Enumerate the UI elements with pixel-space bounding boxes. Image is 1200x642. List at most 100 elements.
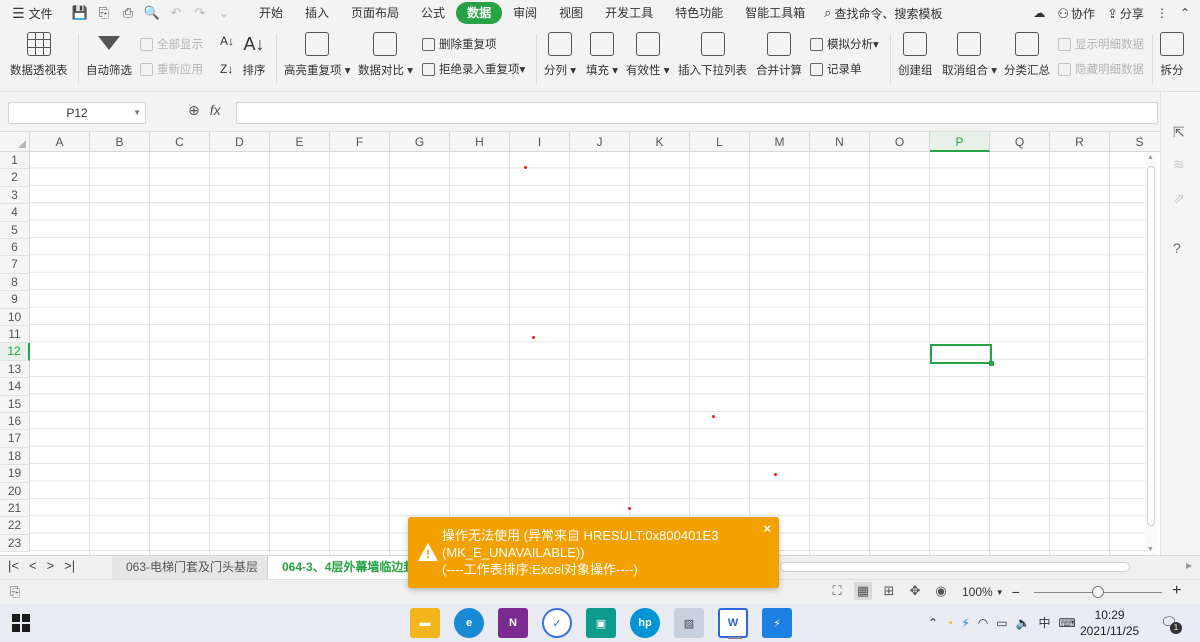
wps-office-icon[interactable]: W [718,608,748,639]
column-header[interactable]: E [270,132,330,152]
tab-formulas[interactable]: 公式 [410,2,456,24]
insert-dropdown-list-button[interactable]: 插入下拉列表 [678,26,747,78]
todo-icon[interactable]: ✓ [542,608,572,638]
print-preview-icon[interactable]: 🔍 [142,3,162,23]
row-header[interactable]: 14 [0,378,30,396]
column-header[interactable]: F [330,132,390,152]
file-menu-button[interactable]: ☰ 文件 [0,5,64,22]
name-box[interactable]: P12 ▼ [8,102,146,124]
save-icon[interactable]: 💾 [70,3,90,23]
tab-review[interactable]: 审阅 [502,2,548,24]
row-header[interactable]: 1 [0,152,30,170]
column-header[interactable]: L [690,132,750,152]
scroll-right-icon[interactable]: ▸ [1186,558,1192,572]
row-header[interactable]: 23 [0,534,30,553]
select-all-corner[interactable] [0,132,30,152]
chevron-down-icon[interactable]: ⌄ [214,3,234,23]
more-icon[interactable]: ⋮ [1156,6,1168,20]
last-sheet-icon[interactable]: >| [64,558,75,573]
prev-sheet-icon[interactable]: < [29,558,37,573]
redo-icon[interactable]: ↷ [190,3,210,23]
file-explorer-icon[interactable]: ▬ [410,608,440,638]
cloud-sync-icon[interactable]: ☁ [1033,6,1045,20]
reapply-button[interactable]: 重新应用 [140,61,203,77]
row-header[interactable]: 12 [0,343,30,361]
hp-icon[interactable]: hp [630,608,660,638]
column-header[interactable]: C [150,132,210,152]
tray-bolt-icon[interactable]: ⚡ [961,616,969,630]
fill-button[interactable]: 填充 ▾ [586,26,618,78]
onenote-icon[interactable]: N [498,608,528,638]
whatif-button[interactable]: 模拟分析 ▾ [810,36,879,52]
reject-duplicates-button[interactable]: 拒绝录入重复项 ▾ [422,61,525,77]
notification-center[interactable]: 🗨 1 [1160,614,1182,634]
scroll-down-icon[interactable]: ▼ [1147,546,1154,553]
show-all-button[interactable]: 全部显示 [140,36,203,52]
validation-button[interactable]: 有效性 ▾ [626,26,669,78]
chevron-down-icon[interactable]: ▼ [133,103,141,123]
scroll-up-icon[interactable]: ▲ [1147,154,1154,161]
help-icon[interactable]: ? [1173,240,1181,256]
tab-insert[interactable]: 插入 [294,2,340,24]
row-header[interactable]: 5 [0,221,30,239]
export-icon[interactable]: ⇗ [1173,190,1185,207]
command-search[interactable]: ⌕ 查找命令、搜索模板 [824,5,942,22]
row-header[interactable]: 22 [0,517,30,535]
row-header[interactable]: 21 [0,500,30,518]
freeze-view-icon[interactable]: ✥ [906,582,924,600]
share-button[interactable]: ⇪ 分享 [1107,5,1144,22]
row-header[interactable]: 8 [0,273,30,292]
row-header[interactable]: 3 [0,186,30,205]
row-header[interactable]: 10 [0,308,30,326]
app-bolt-icon[interactable]: ⚡ [762,608,792,638]
normal-view-icon[interactable]: ▦ [854,582,872,600]
ime-indicator[interactable]: 中 [1039,614,1051,631]
tab-page-layout[interactable]: 页面布局 [340,2,410,24]
tab-data[interactable]: 数据 [456,2,503,24]
sort-asc-icon[interactable]: A↓ [220,34,234,48]
page-break-view-icon[interactable]: ⊞ [880,582,898,600]
zoom-in-icon[interactable]: + [1172,582,1181,600]
consolidate-button[interactable]: 合并计算 [756,26,802,78]
column-header[interactable]: O [870,132,930,152]
tab-home[interactable]: 开始 [248,2,294,24]
reading-mode-icon[interactable]: ◉ [932,582,950,600]
tab-special-features[interactable]: 特色功能 [664,2,734,24]
clock[interactable]: 10:29 2021/11/25 [1080,607,1139,639]
first-sheet-icon[interactable]: |< [8,558,19,573]
column-header[interactable]: I [510,132,570,152]
column-header[interactable]: G [390,132,450,152]
chevron-up-icon[interactable]: ⌃ [928,616,938,630]
row-header[interactable]: 7 [0,256,30,274]
windows-start-icon[interactable] [12,614,30,632]
split-column-button[interactable]: 分列 ▾ [544,26,576,78]
autofilter-button[interactable]: 自动筛选 [86,26,132,78]
settings-icon[interactable]: ≋ [1173,156,1185,173]
zoom-slider-handle[interactable] [1092,586,1104,598]
column-header[interactable]: A [30,132,90,152]
subtotal-button[interactable]: 分类汇总 [1004,26,1050,78]
delete-duplicates-button[interactable]: 删除重复项 [422,36,497,52]
row-header[interactable]: 9 [0,291,30,309]
row-header[interactable]: 13 [0,360,30,379]
column-header[interactable]: S [1110,132,1160,152]
column-header[interactable]: R [1050,132,1110,152]
highlight-duplicates-button[interactable]: 高亮重复项 ▾ [284,26,350,78]
split-table-button[interactable]: 拆分 [1160,26,1184,78]
zoom-out-icon[interactable]: − [1012,584,1020,600]
sheet-tab[interactable]: 063-电梯门套及门头基层 [112,556,268,579]
record-form-button[interactable]: 记录单 [810,61,862,77]
create-group-button[interactable]: 创建组 [898,26,933,78]
column-header[interactable]: J [570,132,630,152]
edge-browser-icon[interactable]: e [454,608,484,638]
wifi-icon[interactable]: ◠ [978,616,988,630]
zoom-level[interactable]: 100% [962,585,993,599]
close-icon[interactable]: × [763,521,771,536]
calculator-app-icon[interactable]: ▣ [586,608,616,638]
row-header[interactable]: 2 [0,169,30,187]
print-icon[interactable]: ⎙ [118,3,138,23]
vertical-scrollbar[interactable]: ▲ ▼ [1145,152,1157,555]
row-header[interactable]: 6 [0,239,30,257]
tab-developer[interactable]: 开发工具 [594,2,664,24]
column-header[interactable]: Q [990,132,1050,152]
